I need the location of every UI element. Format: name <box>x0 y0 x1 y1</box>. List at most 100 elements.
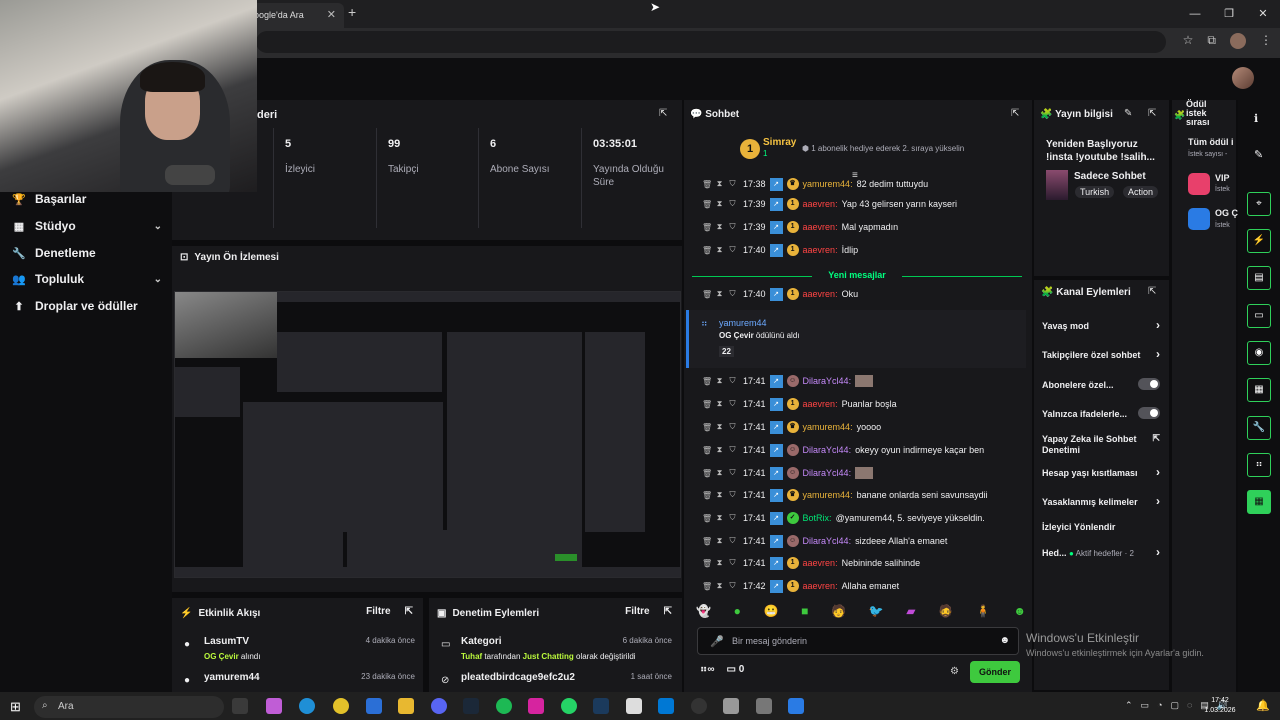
chat-username[interactable]: DilaraYcl44: <box>803 445 852 455</box>
channel-action-item[interactable]: Takipçilere özel sohbet › <box>1042 348 1162 361</box>
chat-bubble-icon[interactable]: ▭ <box>1247 304 1271 328</box>
channel-action-item[interactable]: İzleyici Yönlendir <box>1042 522 1162 533</box>
extensions-icon[interactable]: ⧉ <box>1207 33 1216 49</box>
emote-icon[interactable]: ▰ <box>906 604 915 618</box>
wrench-icon[interactable]: 🔧 <box>1247 416 1271 440</box>
chat-username[interactable]: BotRix: <box>803 513 832 523</box>
ban-shield-icon[interactable]: ⛉ <box>728 399 737 409</box>
timeout-icon[interactable]: ⧗ <box>715 199 724 209</box>
microphone-icon[interactable]: 🎤 <box>710 635 724 648</box>
chat-username[interactable]: DilaraYcl44: <box>803 468 852 478</box>
category-name[interactable]: Sadece Sohbet <box>1074 171 1146 182</box>
tab-close-icon[interactable]: ✕ <box>327 8 336 21</box>
timeout-icon[interactable]: ⧗ <box>715 179 724 189</box>
channel-action-item[interactable]: Yalnızca ifadelerle... <box>1042 407 1162 420</box>
delete-icon[interactable]: 🗑 <box>702 514 712 523</box>
chevron-down-icon[interactable]: ⌄ <box>154 274 162 285</box>
app-icon[interactable] <box>723 698 739 714</box>
taskbar-search[interactable]: ⌕ Ara <box>34 696 224 718</box>
minimize-button[interactable]: — <box>1178 0 1212 28</box>
reward-name[interactable]: VIP <box>1215 173 1230 183</box>
clip-icon[interactable]: ⌖ <box>1247 192 1271 216</box>
taskbar-clock[interactable]: 17:42 1.03.2026 <box>1200 696 1240 716</box>
channel-action-item[interactable]: Yavaş mod › <box>1042 319 1162 332</box>
maximize-button[interactable]: ❐ <box>1212 0 1246 28</box>
timeout-icon[interactable]: ⧗ <box>715 222 724 232</box>
timeout-icon[interactable]: ⧗ <box>715 536 724 546</box>
info-icon[interactable]: ℹ <box>1254 112 1258 125</box>
sidebar-item-1[interactable]: ▦ Stüdyo ⌄ <box>12 219 162 233</box>
send-button[interactable]: Gönder <box>970 661 1020 683</box>
chat-username[interactable]: aaevren: <box>803 245 838 255</box>
chat-username[interactable]: aaevren: <box>803 399 838 409</box>
edge-icon[interactable] <box>299 698 315 714</box>
delete-icon[interactable]: 🗑 <box>702 423 712 432</box>
leaderboard-name[interactable]: Simray <box>763 137 796 148</box>
timeout-icon[interactable]: ⧗ <box>715 399 724 409</box>
notification-icon[interactable]: 🔔 <box>1256 699 1270 712</box>
channel-action-item[interactable]: Hed... ● Aktif hedefler · 2 › <box>1042 546 1162 559</box>
windows-start-icon[interactable]: ⊞ <box>10 699 21 715</box>
emote-icon[interactable]: 🐦 <box>869 604 884 618</box>
channel-action-item[interactable]: Hesap yaşı kısıtlaması › <box>1042 466 1162 479</box>
timeout-icon[interactable]: ⧗ <box>715 558 724 568</box>
delete-icon[interactable]: 🗑 <box>702 559 712 568</box>
delete-icon[interactable]: 🗑 <box>702 180 712 189</box>
timeout-icon[interactable]: ⧗ <box>715 445 724 455</box>
delete-icon[interactable]: 🗑 <box>702 246 712 255</box>
chat-username[interactable]: yamurem44: <box>803 422 853 432</box>
sidebar-item-0[interactable]: 🏆 Başarılar <box>12 192 162 206</box>
vscode-icon[interactable] <box>658 698 674 714</box>
ban-shield-icon[interactable]: ⛉ <box>728 179 737 189</box>
delete-icon[interactable]: 🗑 <box>702 491 712 500</box>
activity-filter-button[interactable]: Filtre <box>366 606 390 617</box>
notepad-icon[interactable] <box>626 698 642 714</box>
ban-shield-icon[interactable]: ⛉ <box>728 513 737 523</box>
popout-icon[interactable]: ⇱ <box>664 606 672 617</box>
ban-shield-icon[interactable]: ⛉ <box>728 245 737 255</box>
ban-shield-icon[interactable]: ⛉ <box>728 490 737 500</box>
moderation-filter-button[interactable]: Filtre <box>625 606 649 617</box>
profile-avatar[interactable] <box>1230 33 1246 49</box>
all-rewards-label[interactable]: Tüm ödül i <box>1188 137 1234 147</box>
emote-icon[interactable]: 🧔 <box>938 604 953 618</box>
channel-action-item[interactable]: Yasaklanmış kelimeler › <box>1042 495 1162 508</box>
spotify-icon[interactable] <box>496 698 512 714</box>
copilot-icon[interactable] <box>266 698 282 714</box>
task-view-icon[interactable] <box>232 698 248 714</box>
menu-dots-icon[interactable]: ⋮ <box>1260 33 1272 49</box>
delete-icon[interactable]: 🗑 <box>702 200 712 209</box>
new-tab-button[interactable]: + <box>348 4 356 20</box>
outlook-icon[interactable] <box>366 698 382 714</box>
delete-icon[interactable]: 🗑 <box>702 537 712 546</box>
emoji-picker-icon[interactable]: ☻ <box>999 635 1010 646</box>
app-icon[interactable] <box>756 698 772 714</box>
delete-icon[interactable]: 🗑 <box>702 377 712 386</box>
whatsapp-icon[interactable] <box>561 698 577 714</box>
timeout-icon[interactable]: ⧗ <box>715 289 724 299</box>
timeout-icon[interactable]: ⧗ <box>715 581 724 591</box>
delete-icon[interactable]: 🗑 <box>702 223 712 232</box>
edit-pencil-icon[interactable]: ✎ <box>1254 148 1263 161</box>
explorer-icon[interactable] <box>398 698 414 714</box>
ban-shield-icon[interactable]: ⛉ <box>728 222 737 232</box>
channel-points[interactable]: ⠶∞ <box>700 664 714 675</box>
ban-shield-icon[interactable]: ⛉ <box>728 536 737 546</box>
close-button[interactable]: ✕ <box>1246 0 1280 28</box>
timeout-icon[interactable]: ⧗ <box>715 376 724 386</box>
ban-shield-icon[interactable]: ⛉ <box>728 468 737 478</box>
timeout-icon[interactable]: ⧗ <box>715 245 724 255</box>
ban-shield-icon[interactable]: ⛉ <box>728 376 737 386</box>
chat-username[interactable]: aaevren: <box>803 199 838 209</box>
obs-icon[interactable] <box>691 698 707 714</box>
clapperboard-icon[interactable]: ▦ <box>1247 490 1271 514</box>
chat-username[interactable]: aaevren: <box>803 581 838 591</box>
broadcast-icon[interactable]: ◉ <box>1247 341 1271 365</box>
delete-icon[interactable]: 🗑 <box>702 446 712 455</box>
chat-username[interactable]: aaevren: <box>803 558 838 568</box>
tag-chip[interactable]: Action <box>1123 186 1159 198</box>
lightning-icon[interactable]: ⚡ <box>1247 229 1271 253</box>
chat-username[interactable]: aaevren: <box>803 289 838 299</box>
ban-shield-icon[interactable]: ⛉ <box>728 581 737 591</box>
timeout-icon[interactable]: ⧗ <box>715 468 724 478</box>
